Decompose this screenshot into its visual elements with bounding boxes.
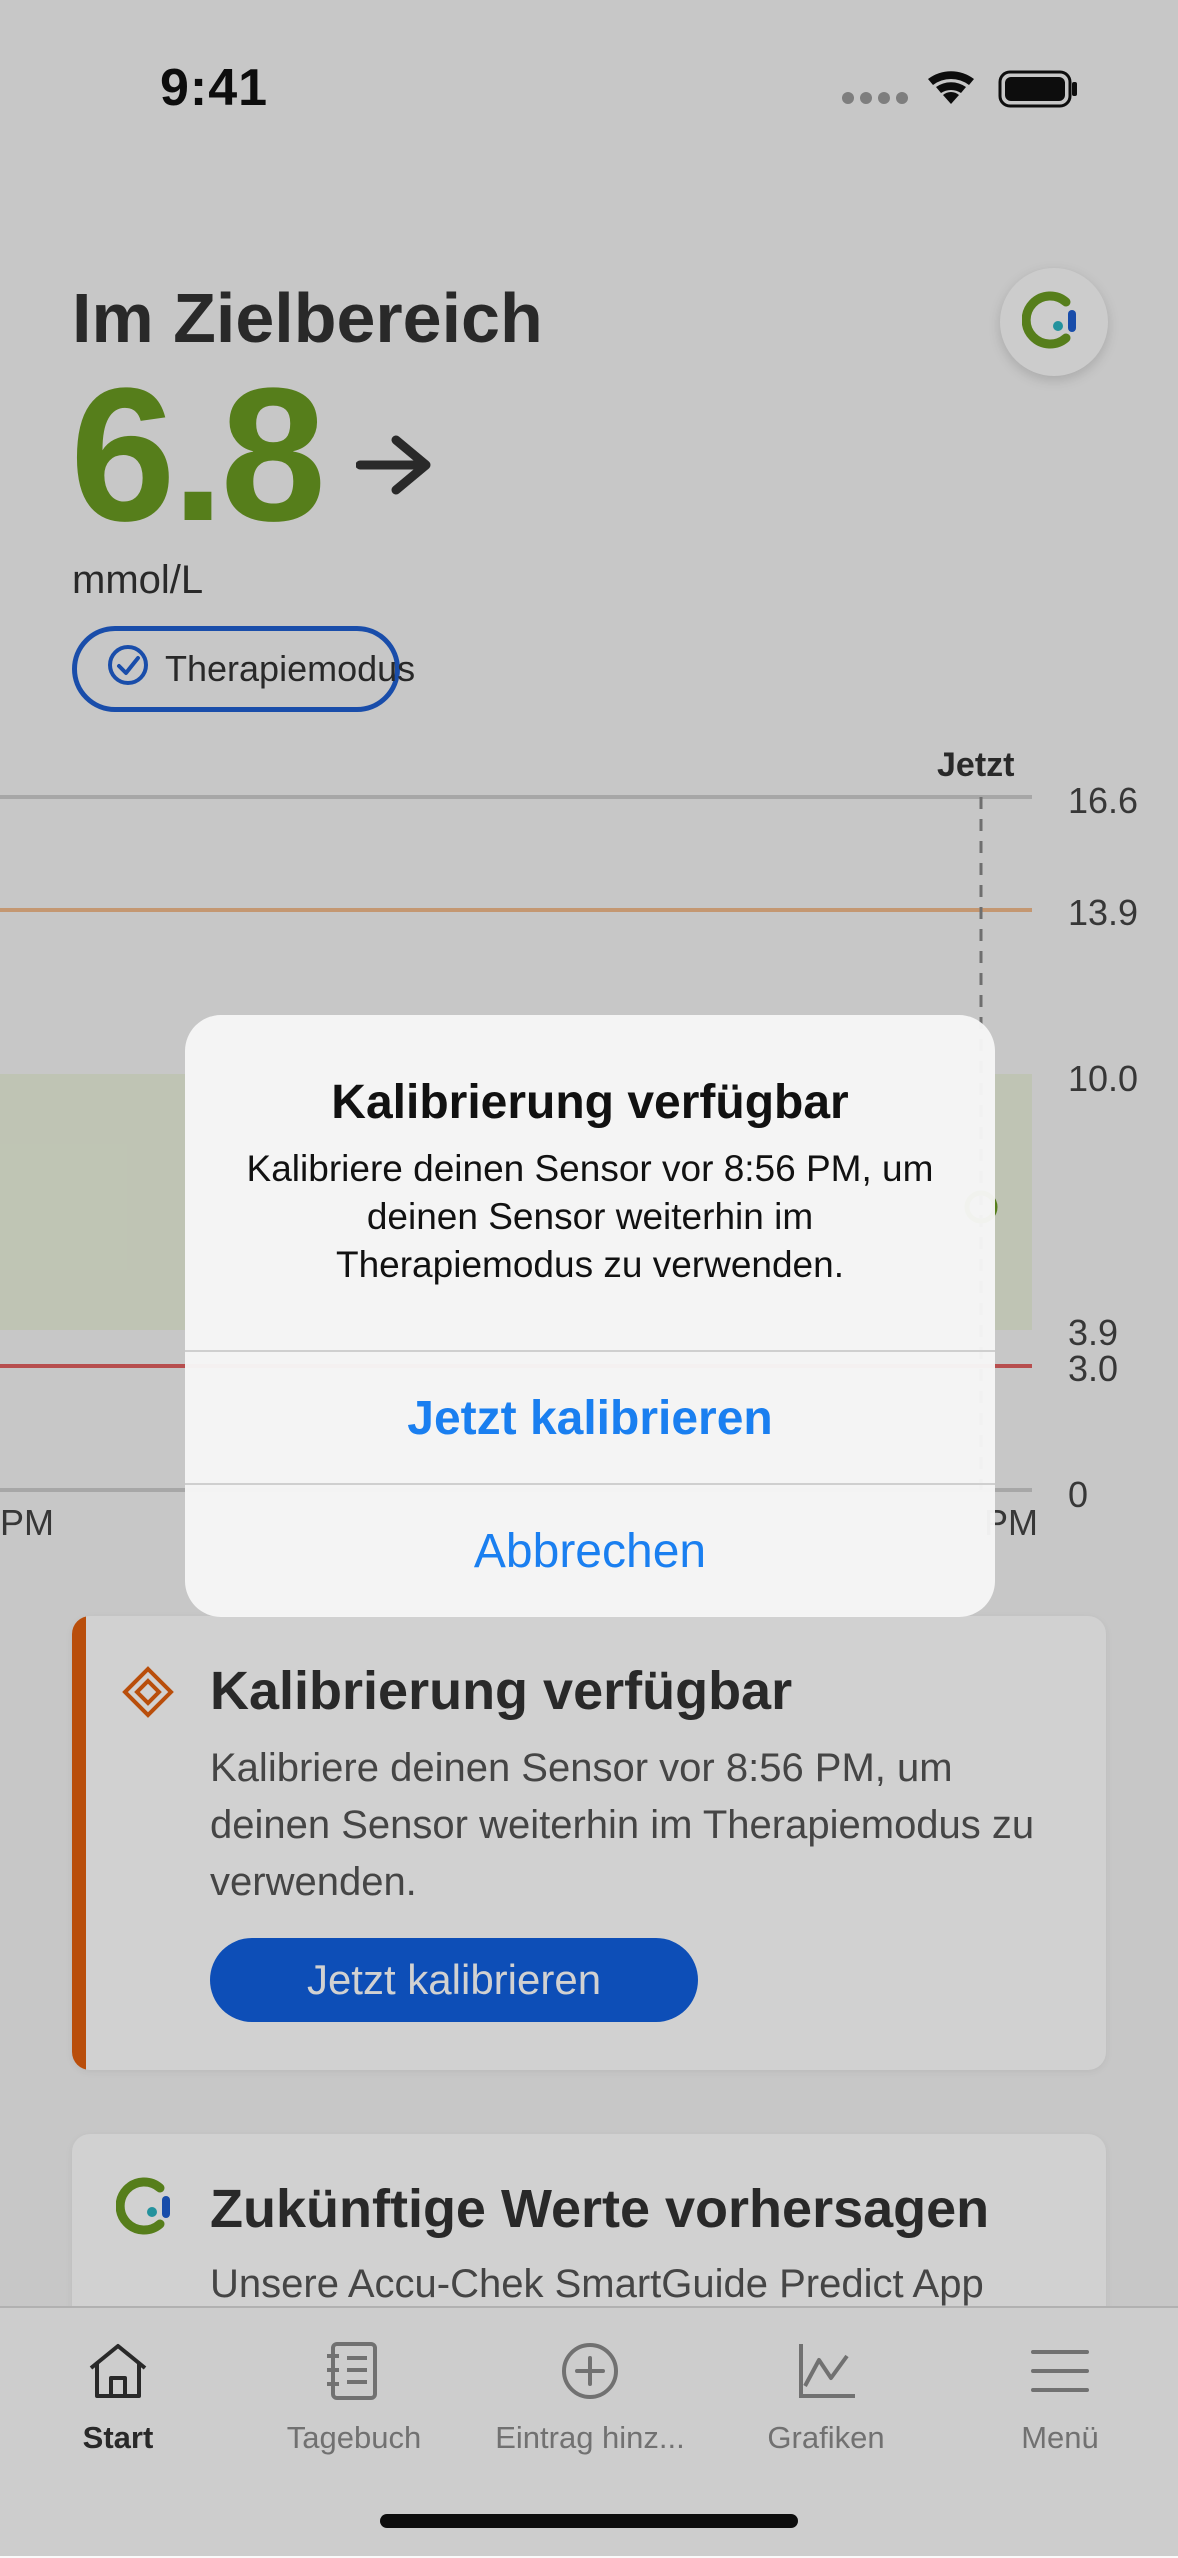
- home-screen: 9:41 Im Zielbereich 6.8 mmol/L Therapiem…: [0, 0, 1178, 2558]
- alert-calibrate-button[interactable]: Jetzt kalibrieren: [185, 1352, 995, 1484]
- calibration-alert: Kalibrierung verfügbar Kalibriere deinen…: [185, 1015, 995, 1617]
- alert-message: Kalibriere deinen Sensor vor 8:56 PM, um…: [246, 1148, 934, 1285]
- alert-title: Kalibrierung verfügbar: [331, 1076, 849, 1129]
- alert-cancel-button[interactable]: Abbrechen: [185, 1485, 995, 1617]
